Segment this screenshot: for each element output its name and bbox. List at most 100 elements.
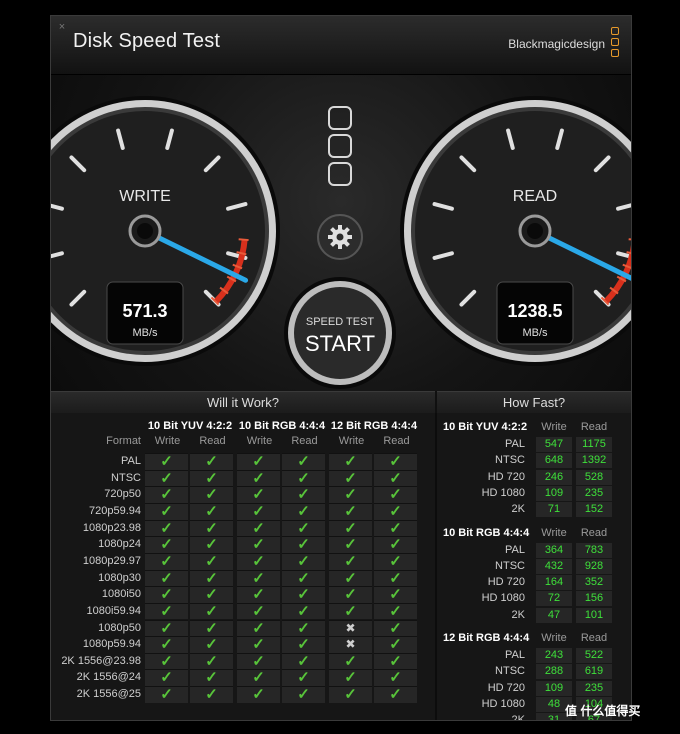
fast-read-col: Read <box>580 526 608 539</box>
cross-icon: ✖ <box>345 620 356 635</box>
format-label: 2K 1556@24 <box>76 671 141 684</box>
check-icon: ✓ <box>389 552 402 570</box>
gauge-panel: WRITE 571.3 MB/s READ 1238.5 MB/s SPEED TEST ST… <box>51 75 631 391</box>
write-speed-value: 571.3 <box>122 301 167 321</box>
fast-group-header: 10 Bit YUV 4:2:2 <box>443 421 528 433</box>
column-divider <box>435 413 437 720</box>
check-icon: ✓ <box>389 569 402 587</box>
read-fps-value: 156 <box>584 592 604 605</box>
will-group-header: 10 Bit RGB 4:4:4 <box>238 420 326 432</box>
write-fps-value: 72 <box>547 592 561 605</box>
will-write-col: Write <box>338 435 365 447</box>
write-gauge-label: WRITE <box>119 188 171 205</box>
format-label: 1080i59.94 <box>86 604 141 617</box>
check-icon: ✓ <box>252 619 265 637</box>
read-fps-value: 101 <box>584 608 604 621</box>
write-gauge-redtick <box>238 238 249 242</box>
read-fps-value: 928 <box>584 559 604 572</box>
check-icon: ✓ <box>205 536 218 554</box>
write-fps-value: 364 <box>544 543 564 556</box>
brand-logo-icon <box>611 38 619 46</box>
check-icon: ✓ <box>205 636 218 654</box>
check-icon: ✓ <box>344 552 357 570</box>
check-icon: ✓ <box>252 502 265 520</box>
read-gauge-hub-center <box>527 223 543 239</box>
check-icon: ✓ <box>389 602 402 620</box>
check-icon: ✓ <box>297 669 310 687</box>
check-icon: ✓ <box>160 652 173 670</box>
check-icon: ✓ <box>344 602 357 620</box>
fast-group-header: 12 Bit RGB 4:4:4 <box>443 632 530 644</box>
check-icon: ✓ <box>297 502 310 520</box>
results-tables: 10 Bit YUV 4:2:2 Write Read 10 Bit RGB 4:4:… <box>51 413 631 720</box>
check-icon: ✓ <box>205 453 218 470</box>
read-gauge-label: READ <box>513 188 557 205</box>
check-icon: ✓ <box>252 486 265 504</box>
will-group-header: 12 Bit RGB 4:4:4 <box>330 420 418 432</box>
check-icon: ✓ <box>160 586 173 604</box>
read-fps-value: 235 <box>584 681 604 694</box>
app-title: Disk Speed Test <box>73 30 221 52</box>
check-icon: ✓ <box>205 569 218 587</box>
check-icon: ✓ <box>160 619 173 637</box>
will-it-work-header: Will it Work? <box>51 391 435 414</box>
check-icon: ✓ <box>389 469 402 487</box>
read-fps-value: 352 <box>584 576 604 589</box>
app-window: × Disk Speed Test Blackmagicdesign WRITE… <box>50 15 632 721</box>
check-icon: ✓ <box>252 536 265 554</box>
check-icon: ✓ <box>160 519 173 537</box>
fast-write-col: Write <box>541 421 567 433</box>
check-icon: ✓ <box>160 569 173 587</box>
brand-logo-icon <box>611 27 619 35</box>
check-icon: ✓ <box>344 453 357 470</box>
format-label: 1080p30 <box>98 571 141 584</box>
read-fps-value: 522 <box>584 649 604 661</box>
fast-format-label: HD 720 <box>487 681 525 694</box>
check-icon: ✓ <box>252 552 265 570</box>
brand-logo-icon <box>611 49 619 57</box>
fast-write-col: Write <box>541 632 567 644</box>
fast-format-label: PAL <box>505 438 525 450</box>
check-icon: ✓ <box>160 453 173 470</box>
format-label: 1080i50 <box>101 588 141 601</box>
fast-format-label: HD 720 <box>487 470 525 483</box>
check-icon: ✓ <box>252 602 265 620</box>
check-icon: ✓ <box>252 469 265 487</box>
gauges-svg: WRITE 571.3 MB/s READ 1238.5 MB/s SPEED TEST ST… <box>51 96 631 389</box>
check-icon: ✓ <box>160 536 173 554</box>
check-icon: ✓ <box>297 636 310 654</box>
check-icon: ✓ <box>252 636 265 654</box>
fast-format-label: 2K <box>511 714 525 721</box>
check-icon: ✓ <box>205 502 218 520</box>
title-bar: × Disk Speed Test Blackmagicdesign <box>51 16 631 75</box>
watermark-text: 值 什么值得买 <box>565 704 641 718</box>
fast-format-label: HD 720 <box>487 576 525 589</box>
write-fps-value: 109 <box>544 681 564 694</box>
check-icon: ✓ <box>344 686 357 704</box>
read-fps-value: 1392 <box>581 454 607 467</box>
fast-write-col: Write <box>541 526 567 539</box>
fast-format-label: NTSC <box>495 665 525 678</box>
check-icon: ✓ <box>205 552 218 570</box>
read-speed-unit: MB/s <box>522 327 548 339</box>
check-icon: ✓ <box>344 536 357 554</box>
check-icon: ✓ <box>389 586 402 604</box>
close-icon[interactable]: × <box>57 22 67 33</box>
check-icon: ✓ <box>205 686 218 704</box>
format-label: 720p50 <box>104 488 141 501</box>
will-read-col: Read <box>383 435 410 447</box>
check-icon: ✓ <box>344 569 357 587</box>
check-icon: ✓ <box>205 652 218 670</box>
check-icon: ✓ <box>297 453 310 470</box>
fast-format-label: HD 1080 <box>481 592 525 605</box>
fast-format-label: 2K <box>511 608 525 621</box>
check-icon: ✓ <box>297 686 310 704</box>
write-fps-value: 47 <box>547 608 561 621</box>
format-label: PAL <box>121 455 141 467</box>
check-icon: ✓ <box>389 686 402 704</box>
check-icon: ✓ <box>205 586 218 604</box>
check-icon: ✓ <box>252 519 265 537</box>
check-icon: ✓ <box>297 569 310 587</box>
read-fps-value: 152 <box>584 503 604 516</box>
fast-format-label: HD 1080 <box>481 697 525 710</box>
